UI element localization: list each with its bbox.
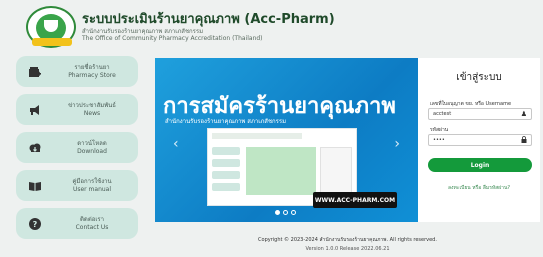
carousel-next-icon[interactable]: › (394, 136, 400, 152)
sidebar-label-en: User manual (72, 185, 112, 193)
sidebar-label-th: คู่มือการใช้งาน (72, 177, 112, 185)
password-input[interactable]: •••• (428, 134, 532, 146)
carousel-indicators (275, 210, 296, 215)
lock-icon (521, 136, 527, 145)
carousel-dot[interactable] (283, 210, 288, 215)
sidebar-item-pharmacy-store[interactable]: รายชื่อร้านยา Pharmacy Store (16, 56, 138, 87)
megaphone-icon (20, 94, 50, 125)
copyright-text: Copyright © 2023-2024 สำนักงานรับรองร้าน… (258, 237, 437, 243)
password-label: รหัสผ่าน (430, 127, 449, 133)
sidebar-item-user-manual[interactable]: คู่มือการใช้งาน User manual (16, 170, 138, 201)
carousel-prev-icon[interactable]: ‹ (173, 136, 179, 152)
sidebar-label-th: ดาวน์โหลด (77, 139, 107, 147)
pharmacy-store-icon (20, 56, 50, 87)
header: ระบบประเมินร้านยาคุณภาพ (Acc-Pharm) สำนั… (10, 4, 530, 48)
banner-url: WWW.ACC-PHARM.COM (313, 192, 397, 208)
sidebar-item-contact[interactable]: ? ติดต่อเรา Contact Us (16, 208, 138, 239)
login-title: เข้าสู่ระบบ (456, 72, 502, 83)
cloud-download-icon (20, 132, 50, 163)
login-button[interactable]: Login (428, 158, 532, 172)
sidebar-item-news[interactable]: ข่าวประชาสัมพันธ์ News (16, 94, 138, 125)
svg-text:?: ? (33, 220, 38, 229)
sidebar-label-th: รายชื่อร้านยา (74, 63, 110, 71)
footer: Copyright © 2023-2024 สำนักงานรับรองร้าน… (155, 236, 540, 252)
username-label: เลขที่ใบอนุญาต ขย. หรือ Username (430, 101, 512, 107)
sidebar-label-en: Contact Us (75, 223, 109, 231)
username-input[interactable]: acctest ♟ (428, 108, 532, 120)
carousel-dot[interactable] (275, 210, 280, 215)
sidebar-item-download[interactable]: ดาวน์โหลด Download (16, 132, 138, 163)
help-icon: ? (20, 208, 50, 239)
password-value: •••• (433, 137, 445, 143)
sidebar-label-th: ข่าวประชาสัมพันธ์ (68, 101, 116, 109)
banner-carousel[interactable]: การสมัครร้านยาคุณภาพ สำนักงานรับรองร้านย… (155, 58, 418, 222)
sidebar-label-en: Download (77, 147, 107, 155)
sidebar-label-th: ติดต่อเรา (80, 215, 104, 223)
acc-pharm-logo[interactable] (26, 6, 76, 48)
subtitle-en: The Office of Community Pharmacy Accredi… (82, 35, 263, 42)
sidebar: รายชื่อร้านยา Pharmacy Store ข่าวประชาสัม… (16, 56, 138, 246)
login-card: เข้าสู่ระบบ เลขที่ใบอนุญาต ขย. หรือ User… (418, 58, 540, 222)
user-icon: ♟ (520, 110, 527, 118)
sidebar-label-en: News (83, 109, 101, 117)
sidebar-label-en: Pharmacy Store (68, 71, 116, 79)
banner-subtitle: สำนักงานรับรองร้านยาคุณภาพ สภาเภสัชกรรม (165, 118, 287, 125)
version-text: Version 1.0.0 Release 2022.06.21 (305, 246, 390, 252)
username-value: acctest (433, 111, 452, 117)
register-forgot-link[interactable]: ลงทะเบียน หรือ ลืมรหัสผ่าน? (418, 184, 540, 192)
carousel-dot[interactable] (291, 210, 296, 215)
book-manual-icon (20, 170, 50, 201)
